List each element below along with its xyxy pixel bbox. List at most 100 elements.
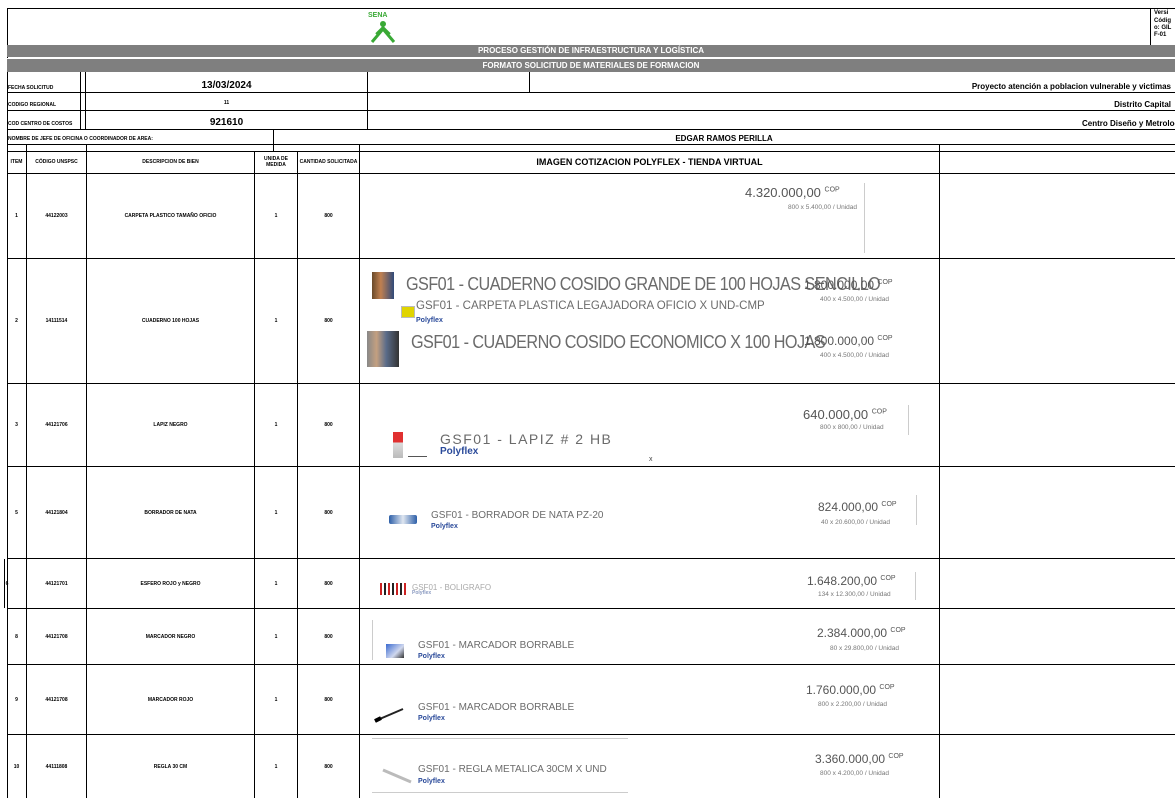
product-qty: 400 x 4.500,00 / Unidad bbox=[820, 352, 890, 359]
border bbox=[7, 8, 1175, 9]
border bbox=[7, 129, 1175, 130]
fecha-value: 13/03/2024 bbox=[201, 80, 252, 91]
cell-descripcion: MARCADOR ROJO bbox=[147, 696, 194, 703]
product-qty: 80 x 29.800,00 / Unidad bbox=[830, 645, 900, 652]
divider bbox=[908, 405, 909, 435]
code-label-2: o: GIL bbox=[1154, 25, 1172, 31]
divider bbox=[864, 183, 865, 253]
product-title: GSF01 - LAPIZ # 2 HB bbox=[440, 431, 613, 447]
marker-thumbnail-icon bbox=[386, 644, 404, 658]
product-price: 2.384.000,00 COP bbox=[817, 626, 906, 640]
code-label-3: F-01 bbox=[1154, 32, 1167, 38]
cell-item: 9 bbox=[15, 696, 18, 703]
cell-item: 10 bbox=[13, 763, 20, 770]
cell-unidad: 1 bbox=[274, 318, 278, 324]
marker-thumbnail-icon bbox=[373, 707, 405, 723]
process-title: PROCESO GESTIÓN DE INFRAESTRUCTURA Y LOG… bbox=[7, 45, 1175, 57]
notebook-thumbnail-icon bbox=[372, 272, 394, 299]
border bbox=[359, 144, 360, 798]
centro: Centro Diseño y Metrologia bbox=[1082, 119, 1175, 128]
cell-descripcion: CUADERNO 100 HOJAS bbox=[141, 318, 200, 324]
product-title: GSF01 - CUADERNO COSIDO ECONOMICO X 100 … bbox=[411, 332, 826, 352]
cell-cantidad: 800 bbox=[324, 580, 333, 587]
header-cantidad: CANTIDAD SOLICITADA bbox=[299, 159, 358, 165]
cell-descripcion: BORRADOR DE NATA bbox=[144, 509, 197, 516]
centro-costos-label: COD CENTRO DE COSTOS bbox=[8, 121, 73, 127]
product-price: 1.800.000,00 COP bbox=[804, 278, 893, 292]
cell-codigo: 14111514 bbox=[45, 318, 68, 324]
pencil-thumbnail-icon bbox=[393, 432, 403, 458]
cell-cantidad: 800 bbox=[324, 509, 333, 516]
product-title: GSF01 - REGLA METALICA 30CM X UND bbox=[418, 764, 607, 775]
cell-descripcion: MARCADOR NEGRO bbox=[145, 633, 196, 640]
border bbox=[529, 72, 530, 92]
cell-unidad: 1 bbox=[274, 580, 278, 587]
product-qty: 800 x 5.400,00 / Unidad bbox=[788, 204, 858, 211]
eraser-thumbnail-icon bbox=[389, 515, 417, 524]
cell-item: 3 bbox=[15, 422, 18, 428]
cell-descripcion: CARPETA PLASTICO TAMAÑO OFICIO bbox=[124, 213, 217, 219]
cell-cantidad: 800 bbox=[324, 763, 333, 770]
folder-thumbnail-icon bbox=[401, 306, 415, 318]
cell-cantidad: 800 bbox=[324, 633, 333, 640]
cell-codigo: 44122003 bbox=[45, 213, 68, 219]
product-title: GSF01 - MARCADOR BORRABLE bbox=[418, 640, 575, 651]
cell-unidad: 1 bbox=[274, 763, 278, 770]
jefe-label: NOMBRE DE JEFE DE OFICINA O COORDINADOR … bbox=[8, 136, 153, 142]
codigo-regional-label: CODIGO REGIONAL bbox=[8, 102, 57, 108]
divider bbox=[372, 738, 628, 739]
cell-item: 8 bbox=[15, 633, 18, 640]
cell-codigo: 44121701 bbox=[45, 580, 68, 587]
product-title: GSF01 - MARCADOR BORRABLE bbox=[418, 702, 575, 713]
ruler-thumbnail-icon bbox=[381, 768, 413, 784]
product-brand: Polyflex bbox=[418, 715, 445, 722]
border bbox=[7, 92, 1175, 93]
notebook-thumbnail-icon bbox=[367, 331, 399, 367]
border bbox=[80, 72, 81, 129]
product-brand: Polyflex bbox=[418, 778, 445, 785]
cell-unidad: 1 bbox=[274, 213, 278, 219]
divider bbox=[916, 495, 917, 525]
product-price: 4.320.000,00 COP bbox=[745, 185, 840, 200]
cell-cantidad: 800 bbox=[324, 696, 333, 703]
version-label: Versi bbox=[1154, 10, 1169, 16]
cell-cantidad: 800 bbox=[324, 422, 333, 428]
sena-logo: SENA bbox=[364, 12, 404, 44]
product-price: 1.800.000,00 COP bbox=[804, 334, 893, 348]
cell-item: 5 bbox=[15, 509, 18, 516]
cell-unidad: 1 bbox=[274, 696, 278, 703]
product-title: GSF01 - CARPETA PLASTICA LEGAJADORA OFIC… bbox=[416, 300, 765, 312]
fecha-label: FECHA SOLICITUD bbox=[8, 85, 54, 91]
cell-codigo: 44121804 bbox=[45, 509, 68, 516]
divider bbox=[372, 792, 628, 793]
product-qty: 800 x 4.200,00 / Unidad bbox=[820, 770, 890, 777]
product-qty: 400 x 4.500,00 / Unidad bbox=[820, 296, 890, 303]
header-codigo: CÓDIGO UNSPSC bbox=[35, 159, 78, 165]
sena-logo-icon bbox=[370, 21, 396, 43]
cell-cantidad: 800 bbox=[324, 213, 333, 219]
product-brand: Polyflex bbox=[416, 317, 443, 324]
border bbox=[4, 559, 5, 608]
cell-cantidad: 800 bbox=[324, 318, 333, 324]
centro-costos-value: 921610 bbox=[209, 117, 244, 128]
cell-codigo: 44121708 bbox=[45, 696, 68, 703]
product-price: 1.760.000,00 COP bbox=[806, 683, 895, 697]
cell-descripcion: ESFERO ROJO y NEGRO bbox=[140, 580, 201, 587]
cell-item: 1 bbox=[15, 213, 18, 219]
product-qty: 40 x 20.600,00 / Unidad bbox=[821, 519, 891, 526]
cell-item: 2 bbox=[15, 318, 18, 324]
cell-descripcion: LAPIZ NEGRO bbox=[153, 422, 188, 428]
divider bbox=[372, 620, 373, 660]
codigo-regional-value: 11 bbox=[223, 100, 230, 106]
pen-thumbnail-icon bbox=[380, 583, 406, 595]
header-descripcion: DESCRIPCION DE BIEN bbox=[142, 159, 199, 165]
product-brand: Polyflex bbox=[418, 653, 445, 660]
header-item: ITEM bbox=[10, 159, 23, 165]
format-title: FORMATO SOLICITUD DE MATERIALES DE FORMA… bbox=[7, 58, 1175, 72]
distrito: Distrito Capital bbox=[1114, 100, 1171, 109]
underline bbox=[408, 456, 427, 457]
x-mark: x bbox=[649, 456, 653, 463]
header-imagen: IMAGEN COTIZACION POLYFLEX - TIENDA VIRT… bbox=[536, 157, 763, 167]
product-price: 640.000,00 COP bbox=[803, 407, 887, 422]
cell-codigo: 44121706 bbox=[45, 422, 68, 428]
